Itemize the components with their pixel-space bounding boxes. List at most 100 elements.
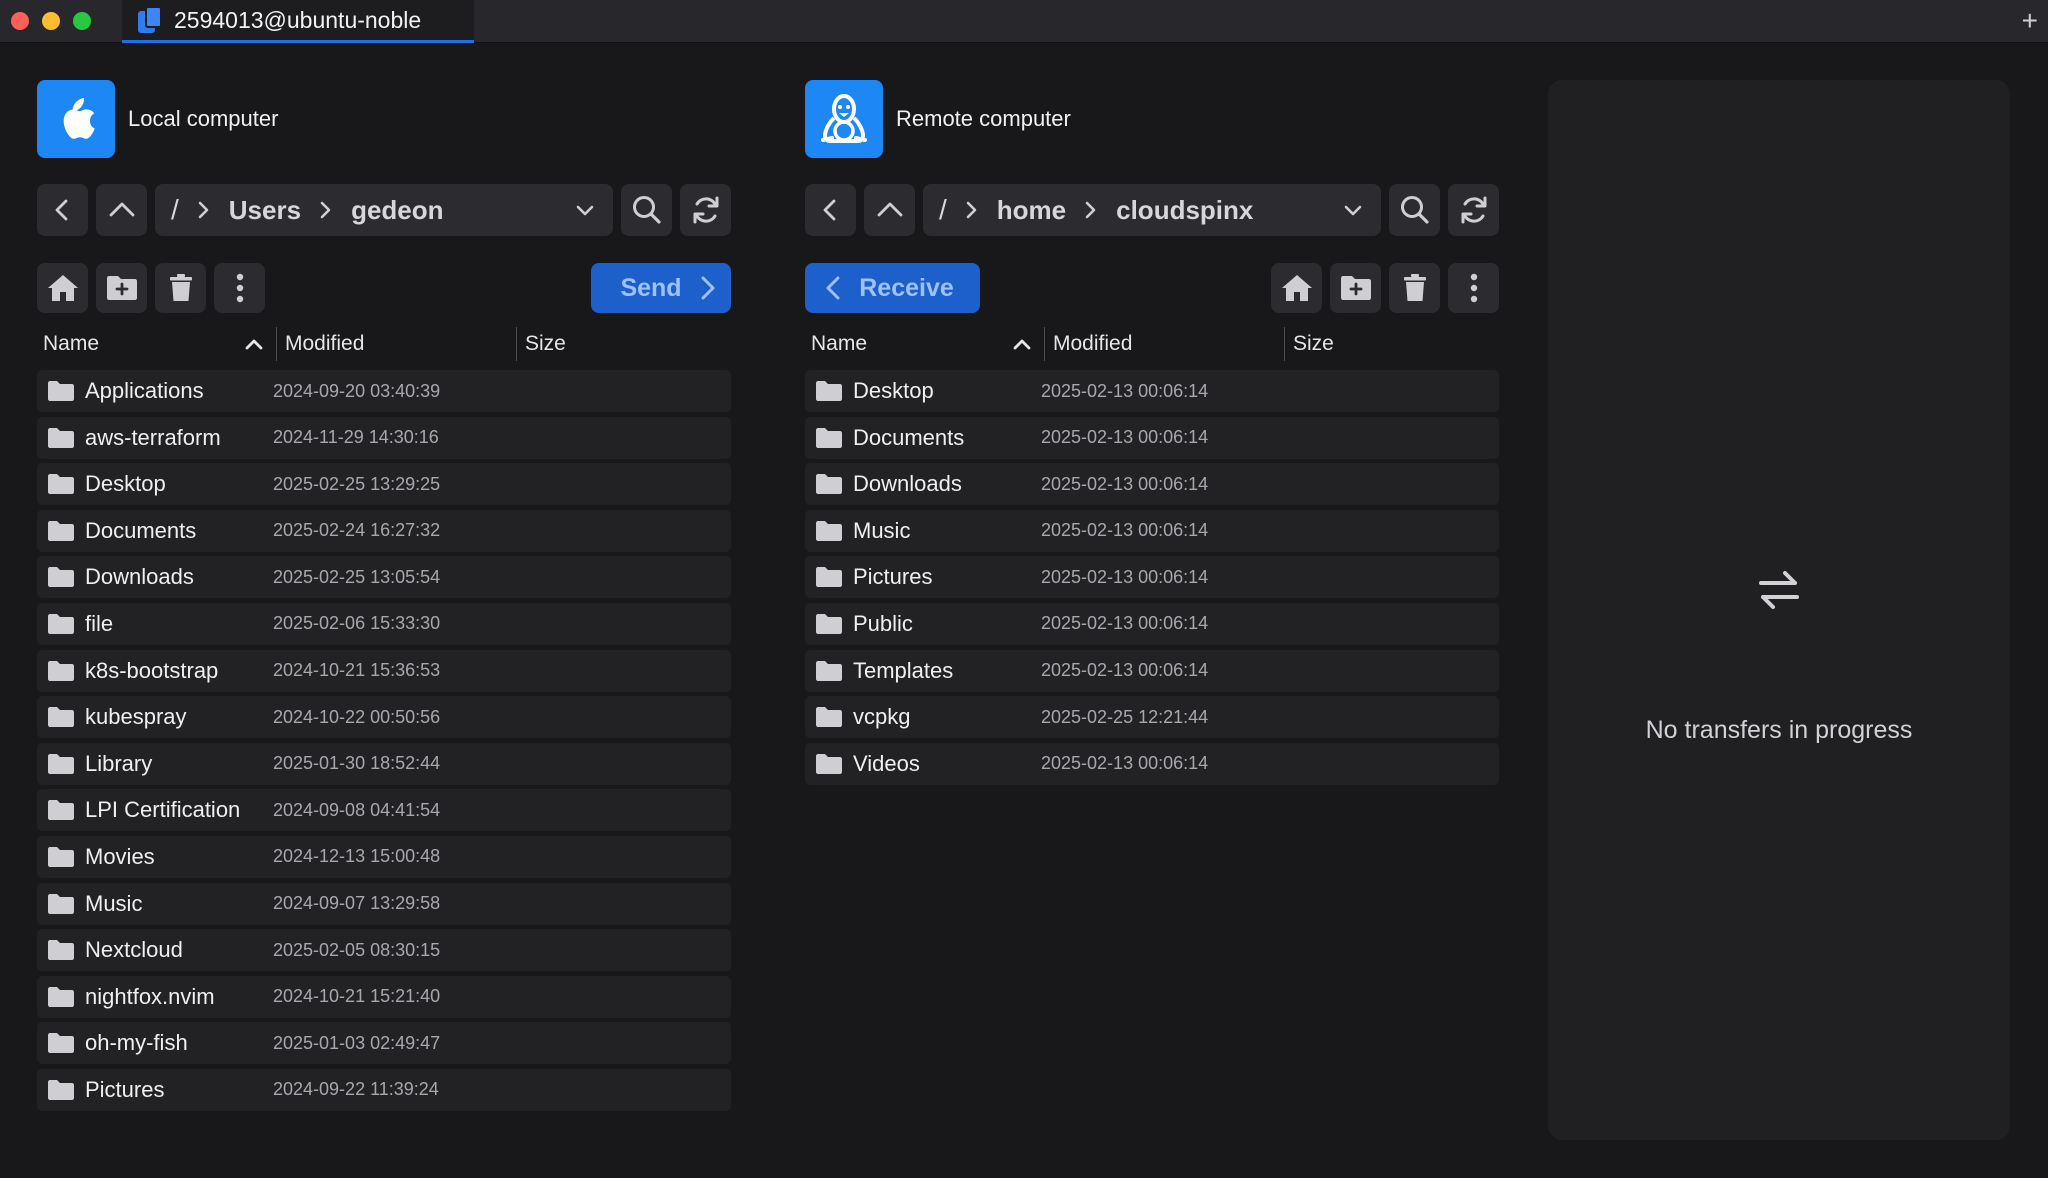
local-sort-size-header[interactable]: Size	[517, 327, 566, 361]
local-new-folder-button[interactable]	[96, 263, 147, 313]
file-modified: 2024-11-29 14:30:16	[273, 427, 439, 448]
file-row[interactable]: Movies 2024-12-13 15:00:48	[37, 835, 731, 878]
minimize-window-button[interactable]	[42, 12, 60, 30]
home-icon	[47, 275, 78, 301]
file-name: Documents	[85, 517, 197, 543]
remote-more-button[interactable]	[1448, 263, 1499, 313]
transfer-arrows-icon	[1755, 566, 1803, 614]
title-bar: 2594013@ubuntu-noble +	[0, 0, 2048, 43]
receive-button[interactable]: Receive	[805, 263, 980, 313]
remote-breadcrumb[interactable]: / home cloudspinx	[923, 184, 1381, 236]
refresh-icon	[693, 196, 718, 224]
breadcrumb-root[interactable]: /	[939, 194, 947, 226]
file-modified: 2024-09-20 03:40:39	[273, 380, 441, 401]
local-sort-name-header[interactable]: Name	[37, 327, 277, 361]
session-tab[interactable]: 2594013@ubuntu-noble	[122, 0, 474, 43]
chevron-up-icon	[109, 202, 134, 217]
file-row[interactable]: Music 2025-02-13 00:06:14	[805, 509, 1499, 552]
local-up-button[interactable]	[96, 184, 147, 236]
file-row[interactable]: Pictures 2024-09-22 11:39:24	[37, 1068, 731, 1111]
file-row[interactable]: aws-terraform 2024-11-29 14:30:16	[37, 416, 731, 459]
file-row[interactable]: Downloads 2025-02-25 13:05:54	[37, 556, 731, 599]
new-folder-icon	[1340, 276, 1371, 300]
file-name: Desktop	[85, 471, 166, 497]
file-row[interactable]: kubespray 2024-10-22 00:50:56	[37, 696, 731, 739]
file-row[interactable]: Pictures 2025-02-13 00:06:14	[805, 556, 1499, 599]
local-delete-button[interactable]	[155, 263, 206, 313]
zoom-window-button[interactable]	[73, 12, 91, 30]
remote-search-button[interactable]	[1389, 184, 1440, 236]
file-name: Pictures	[85, 1076, 165, 1102]
file-row[interactable]: Applications 2024-09-20 03:40:39	[37, 370, 731, 412]
file-row[interactable]: Nextcloud 2025-02-05 08:30:15	[37, 929, 731, 972]
local-home-button[interactable]	[37, 263, 88, 313]
file-name: LPI Certification	[85, 797, 241, 823]
file-row[interactable]: Templates 2025-02-13 00:06:14	[805, 649, 1499, 692]
file-row[interactable]: Desktop 2025-02-25 13:29:25	[37, 463, 731, 506]
chevron-down-icon[interactable]	[575, 203, 595, 217]
close-window-button[interactable]	[11, 12, 29, 30]
remote-up-button[interactable]	[864, 184, 915, 236]
folder-icon	[47, 799, 75, 821]
file-row[interactable]: LPI Certification 2024-09-08 04:41:54	[37, 789, 731, 832]
file-name: Downloads	[853, 471, 962, 497]
remote-sort-name-header[interactable]: Name	[805, 327, 1045, 361]
send-button[interactable]: Send	[591, 263, 731, 313]
apple-icon	[37, 80, 115, 158]
remote-back-button[interactable]	[805, 184, 856, 236]
file-row[interactable]: k8s-bootstrap 2024-10-21 15:36:53	[37, 649, 731, 692]
folder-icon	[47, 706, 75, 728]
chevron-left-icon	[55, 199, 67, 221]
file-modified: 2025-02-13 00:06:14	[1041, 613, 1209, 634]
file-row[interactable]: oh-my-fish 2025-01-03 02:49:47	[37, 1022, 731, 1065]
file-row[interactable]: Library 2025-01-30 18:52:44	[37, 742, 731, 785]
folder-icon	[47, 660, 75, 682]
file-row[interactable]: file 2025-02-06 15:33:30	[37, 602, 731, 645]
remote-panel: Remote computer / home cloudspinx Receiv…	[805, 80, 1499, 789]
remote-column-headers: Name Modified Size	[805, 327, 1499, 361]
file-row[interactable]: Public 2025-02-13 00:06:14	[805, 602, 1499, 645]
chevron-down-icon[interactable]	[1343, 203, 1363, 217]
local-breadcrumb[interactable]: / Users gedeon	[155, 184, 613, 236]
folder-icon	[47, 1079, 75, 1101]
file-row[interactable]: vcpkg 2025-02-25 12:21:44	[805, 696, 1499, 739]
file-modified: 2024-10-21 15:21:40	[273, 986, 441, 1007]
remote-sort-modified-header[interactable]: Modified	[1045, 327, 1285, 361]
remote-home-button[interactable]	[1271, 263, 1322, 313]
new-tab-button[interactable]: +	[2022, 6, 2038, 36]
file-row[interactable]: Documents 2025-02-13 00:06:14	[805, 416, 1499, 459]
file-row[interactable]: Documents 2025-02-24 16:27:32	[37, 509, 731, 552]
file-row[interactable]: Videos 2025-02-13 00:06:14	[805, 742, 1499, 785]
file-modified: 2025-02-13 00:06:14	[1041, 380, 1209, 401]
file-name: k8s-bootstrap	[85, 657, 219, 683]
folder-icon	[815, 520, 843, 542]
breadcrumb-gedeon[interactable]: gedeon	[351, 195, 575, 226]
file-row[interactable]: Downloads 2025-02-13 00:06:14	[805, 463, 1499, 506]
folder-icon	[47, 566, 75, 588]
breadcrumb-cloudspinx[interactable]: cloudspinx	[1116, 195, 1343, 226]
remote-new-folder-button[interactable]	[1330, 263, 1381, 313]
local-sort-modified-header[interactable]: Modified	[277, 327, 517, 361]
local-back-button[interactable]	[37, 184, 88, 236]
remote-path-bar: / home cloudspinx	[805, 184, 1499, 236]
breadcrumb-home[interactable]: home	[997, 195, 1066, 226]
breadcrumb-root[interactable]: /	[171, 194, 179, 226]
local-search-button[interactable]	[621, 184, 672, 236]
folder-icon	[47, 473, 75, 495]
file-name: Applications	[85, 378, 204, 403]
file-row[interactable]: nightfox.nvim 2024-10-21 15:21:40	[37, 975, 731, 1018]
remote-sort-size-header[interactable]: Size	[1285, 327, 1334, 361]
remote-refresh-button[interactable]	[1448, 184, 1499, 236]
file-modified: 2025-02-06 15:33:30	[273, 613, 441, 634]
file-row[interactable]: Desktop 2025-02-13 00:06:14	[805, 370, 1499, 412]
remote-delete-button[interactable]	[1389, 263, 1440, 313]
local-more-button[interactable]	[214, 263, 265, 313]
folder-icon	[47, 986, 75, 1008]
folder-icon	[815, 706, 843, 728]
breadcrumb-users[interactable]: Users	[229, 195, 301, 226]
file-row[interactable]: Music 2024-09-07 13:29:58	[37, 882, 731, 925]
new-folder-icon	[106, 276, 137, 300]
local-refresh-button[interactable]	[680, 184, 731, 236]
file-name: Music	[853, 517, 911, 543]
file-name: nightfox.nvim	[85, 983, 215, 1009]
